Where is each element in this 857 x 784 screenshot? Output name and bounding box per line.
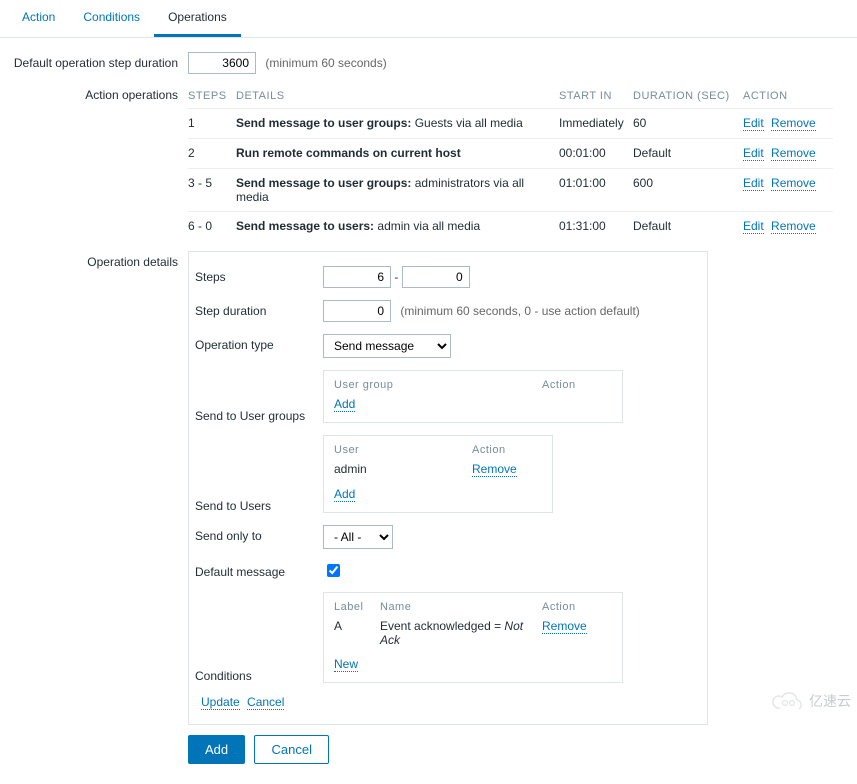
col-details: Details [236,84,559,109]
tab-operations[interactable]: Operations [154,0,241,37]
label-default-step-duration: Default operation step duration [8,52,188,70]
operations-table: Steps Details Start in Duration (sec) Ac… [188,84,833,241]
col-action: Action [542,379,612,391]
dash: - [394,270,398,284]
cell-details: Send message to user groups: administrat… [236,169,559,212]
add-user-group-link[interactable]: Add [334,397,355,412]
cell-duration: Default [633,212,743,242]
add-button[interactable]: Add [188,735,245,764]
operation-details-box: Steps - Step duration (minimum 60 second… [188,251,708,725]
remove-link[interactable]: Remove [771,219,816,234]
label-send-to-user-groups: Send to User groups [189,405,323,423]
form-area: Default operation step duration (minimum… [0,38,857,784]
edit-link[interactable]: Edit [743,219,764,234]
cell-start: 01:31:00 [559,212,633,242]
cell-steps: 1 [188,109,236,139]
watermark-text: 亿速云 [809,691,851,711]
col-user-group: User group [334,379,542,391]
remove-link[interactable]: Remove [771,116,816,131]
col-action: Action [542,601,612,613]
edit-link[interactable]: Edit [743,176,764,191]
col-duration: Duration (sec) [633,84,743,109]
col-steps: Steps [188,84,236,109]
cell-duration: Default [633,139,743,169]
table-row: 3 - 5 Send message to user groups: admin… [188,169,833,212]
table-row: 6 - 0 Send message to users: admin via a… [188,212,833,242]
col-label: Label [334,601,380,613]
new-condition-link[interactable]: New [334,657,358,672]
cond-name: Event acknowledged = Not Ack [380,619,542,647]
cancel-button[interactable]: Cancel [254,735,328,764]
tabs: Action Conditions Operations [0,0,857,38]
col-action: Action [743,84,833,109]
cell-start: 01:01:00 [559,169,633,212]
label-default-message: Default message [189,561,323,579]
col-start-in: Start in [559,84,633,109]
cell-duration: 600 [633,169,743,212]
cond-label: A [334,619,380,647]
table-row: 1 Send message to user groups: Guests vi… [188,109,833,139]
operation-type-select[interactable]: Send message [323,334,451,358]
edit-link[interactable]: Edit [743,146,764,161]
tab-conditions[interactable]: Conditions [69,0,154,37]
label-step-duration: Step duration [189,300,323,318]
remove-user-link[interactable]: Remove [472,462,517,477]
cloud-icon [771,690,805,712]
default-step-duration-input[interactable] [188,52,256,74]
cell-steps: 3 - 5 [188,169,236,212]
hint-step-duration: (minimum 60 seconds, 0 - use action defa… [400,304,639,318]
edit-link[interactable]: Edit [743,116,764,131]
label-operation-type: Operation type [189,334,323,352]
tab-action[interactable]: Action [8,0,69,37]
add-user-link[interactable]: Add [334,487,355,502]
user-box: User Action admin Remove Add [323,435,553,513]
watermark: 亿速云 [771,690,851,712]
user-group-box: User group Action Add [323,370,623,423]
conditions-box: Label Name Action A Event acknowledged =… [323,592,623,683]
update-link[interactable]: Update [201,695,240,710]
user-name: admin [334,462,472,477]
remove-link[interactable]: Remove [771,176,816,191]
label-send-to-users: Send to Users [189,495,323,513]
label-send-only-to: Send only to [189,525,323,543]
step-duration-input[interactable] [323,300,391,322]
col-action: Action [472,444,542,456]
remove-condition-link[interactable]: Remove [542,619,587,634]
cell-details: Send message to users: admin via all med… [236,212,559,242]
cell-duration: 60 [633,109,743,139]
label-action-operations: Action operations [8,84,188,102]
step-to-input[interactable] [402,266,470,288]
label-operation-details: Operation details [8,251,188,269]
hint-min-60: (minimum 60 seconds) [265,56,386,70]
label-conditions: Conditions [189,665,323,683]
cell-steps: 6 - 0 [188,212,236,242]
label-steps: Steps [189,266,323,284]
cell-details: Run remote commands on current host [236,139,559,169]
cell-start: 00:01:00 [559,139,633,169]
col-name: Name [380,601,542,613]
cell-start: Immediately [559,109,633,139]
table-row: 2 Run remote commands on current host 00… [188,139,833,169]
send-only-to-select[interactable]: - All - [323,525,393,549]
default-message-checkbox[interactable] [327,564,340,577]
remove-link[interactable]: Remove [771,146,816,161]
col-user: User [334,444,472,456]
cancel-link[interactable]: Cancel [247,695,284,710]
cell-steps: 2 [188,139,236,169]
step-from-input[interactable] [323,266,391,288]
cell-details: Send message to user groups: Guests via … [236,109,559,139]
